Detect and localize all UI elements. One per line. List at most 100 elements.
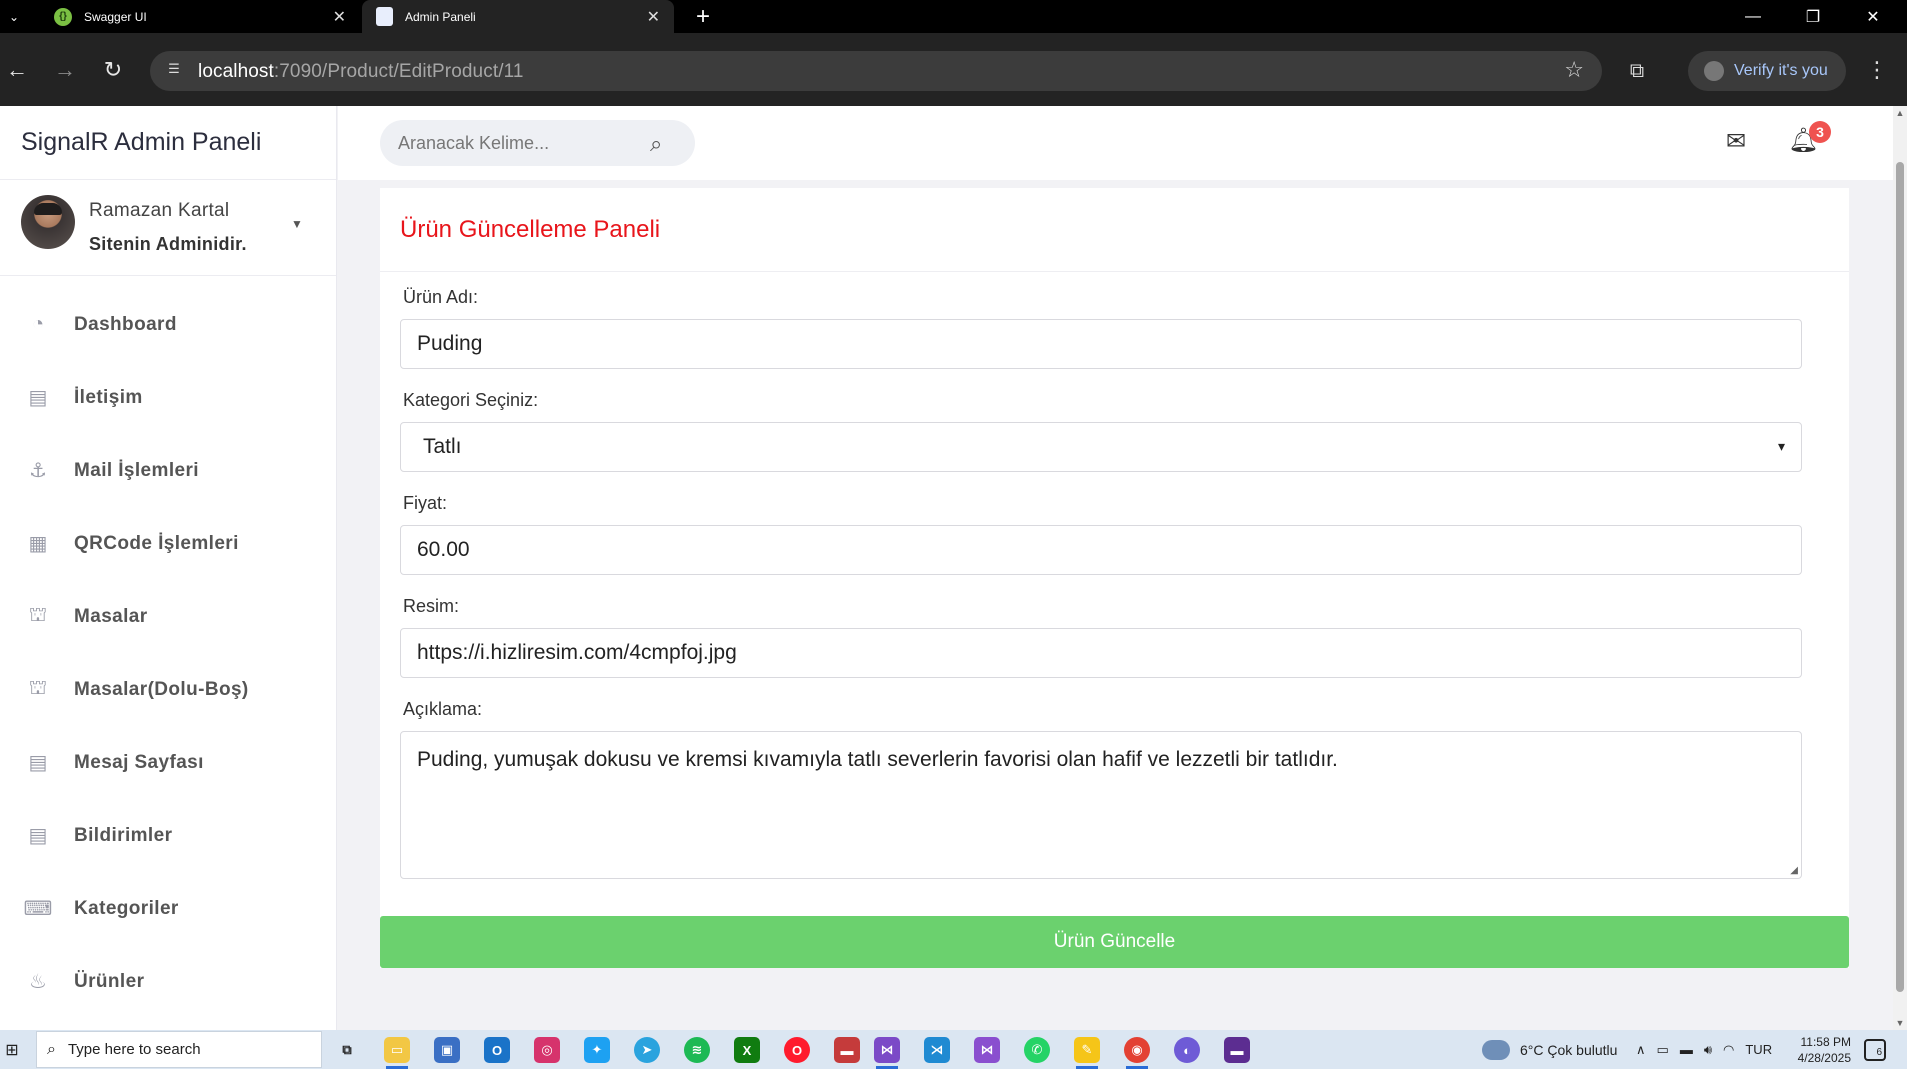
profile-button[interactable]: Verify it's you <box>1688 51 1846 91</box>
bookmark-star-icon[interactable]: ☆ <box>1564 57 1584 83</box>
sidebar-item-mesaj[interactable]: ▤ Mesaj Sayfası <box>0 726 336 799</box>
sidebar-item-masalar-status[interactable]: ⛫ Masalar(Dolu-Boş) <box>0 653 336 726</box>
address-bar[interactable]: ☰ localhost:7090/Product/EditProduct/11 … <box>150 51 1602 91</box>
tray-expand-icon[interactable]: ∧ <box>1636 1042 1646 1058</box>
twitter-icon[interactable]: ✦ <box>584 1037 610 1063</box>
opera-icon[interactable]: O <box>784 1037 810 1063</box>
notification-center-icon[interactable]: 6 <box>1864 1039 1886 1061</box>
instagram-icon[interactable]: ◎ <box>534 1037 560 1063</box>
back-button[interactable]: ← <box>0 53 34 87</box>
sidebar-item-kategoriler[interactable]: ⌨ Kategoriler <box>0 872 336 945</box>
network-icon[interactable]: ▭ <box>1657 1042 1669 1058</box>
search-input[interactable] <box>380 120 640 166</box>
new-tab-button[interactable]: + <box>688 2 718 32</box>
edit-product-card: Ürün Güncelleme Paneli Ürün Adı: Puding … <box>380 188 1849 968</box>
extensions-icon[interactable]: ⧉ <box>1623 57 1651 85</box>
profile-avatar <box>1704 61 1724 81</box>
sidebar-item-masalar[interactable]: ⛫ Masalar <box>0 580 336 653</box>
anchor-icon: ⚓ <box>29 460 47 482</box>
menu-dots-icon[interactable]: ⋮ <box>1866 57 1888 83</box>
system-tray: ∧ ▭ ▬ 🔊︎ ◠ TUR <box>1636 1030 1783 1069</box>
vscode-icon[interactable]: ⋊ <box>924 1037 950 1063</box>
brand-title[interactable]: SignalR Admin Paneli <box>0 106 336 180</box>
clock-time: 11:58 PM <box>1800 1035 1851 1049</box>
forward-button[interactable]: → <box>48 53 82 87</box>
browser-toolbar: ← → ↻ ☰ localhost:7090/Product/EditProdu… <box>0 33 1907 106</box>
store-icon[interactable]: ▣ <box>434 1037 460 1063</box>
sidebar-item-qrcode[interactable]: ▦ QRCode İşlemleri <box>0 507 336 580</box>
close-window-button[interactable]: ✕ <box>1843 0 1903 33</box>
profile-label: Verify it's you <box>1734 62 1828 79</box>
user-role: Sitenin Adminidir. <box>89 234 247 254</box>
tab-search-button[interactable]: ⌄ <box>0 0 28 33</box>
site-info-icon[interactable]: ☰ <box>164 61 184 81</box>
document-icon: ▤ <box>28 825 48 847</box>
spotify-icon[interactable]: ≋ <box>684 1037 710 1063</box>
battery-icon[interactable]: ▬ <box>1680 1042 1693 1057</box>
weather-cloud-icon <box>1482 1039 1510 1060</box>
document-icon: ▤ <box>28 752 48 774</box>
search-icon[interactable]: ⌕ <box>650 131 676 157</box>
language-indicator[interactable]: TUR <box>1745 1042 1772 1057</box>
page-scrollbar[interactable]: ▲ ▼ <box>1893 106 1907 1030</box>
category-label: Kategori Seçiniz: <box>403 390 539 410</box>
sidebar-item-bildirimler[interactable]: ▤ Bildirimler <box>0 799 336 872</box>
caret-down-icon[interactable]: ▼ <box>291 217 303 231</box>
user-name: Ramazan Kartal <box>89 200 230 221</box>
description-text: Puding, yumuşak dokusu ve kremsi kıvamıy… <box>417 748 1338 771</box>
scroll-up-icon[interactable]: ▲ <box>1895 108 1905 118</box>
sidebar-item-dashboard[interactable]: ◔ Dashboard <box>0 288 336 361</box>
resize-grip-icon[interactable]: ◢ <box>1790 865 1798 876</box>
tab-swagger[interactable]: {} Swagger UI ✕ <box>40 0 360 33</box>
telegram-icon[interactable]: ➤ <box>634 1037 660 1063</box>
toolbox-icon[interactable]: ▬ <box>834 1037 860 1063</box>
terminal-icon[interactable]: ▬ <box>1224 1037 1250 1063</box>
whatsapp-icon[interactable]: ✆ <box>1024 1037 1050 1063</box>
price-input[interactable]: 60.00 <box>400 525 1802 575</box>
update-product-button[interactable]: Ürün Güncelle <box>380 916 1849 968</box>
visual-studio-icon[interactable]: ⋈ <box>874 1037 900 1069</box>
url-text[interactable]: localhost:7090/Product/EditProduct/11 <box>198 61 524 83</box>
taskbar-search[interactable]: ⌕ Type here to search <box>36 1031 322 1068</box>
outlook-icon[interactable]: O <box>484 1037 510 1063</box>
weather-text: 6°C Çok bulutlu <box>1520 1041 1618 1058</box>
reload-button[interactable]: ↻ <box>96 53 130 87</box>
mail-icon[interactable]: ✉ <box>1720 130 1752 154</box>
scrollbar-thumb[interactable] <box>1896 162 1904 992</box>
avatar <box>21 195 75 249</box>
page-title: Ürün Güncelleme Paneli <box>380 188 1849 272</box>
close-icon[interactable]: ✕ <box>647 7 660 27</box>
product-name-input[interactable]: Puding <box>400 319 1802 369</box>
xbox-icon[interactable]: X <box>734 1037 760 1063</box>
category-select[interactable]: Tatlı ▾ <box>400 422 1802 472</box>
restore-button[interactable]: ❐ <box>1783 0 1843 33</box>
windows-start-icon[interactable]: ⊞ <box>0 1030 24 1069</box>
visual-studio-alt-icon[interactable]: ⋈ <box>974 1037 1000 1063</box>
notification-badge: 3 <box>1809 121 1831 143</box>
tab-title: Swagger UI <box>84 9 147 24</box>
sidebar-item-urunler[interactable]: ♨ Ürünler <box>0 945 336 1018</box>
tab-admin-panel[interactable]: Admin Paneli ✕ <box>362 0 674 33</box>
minimize-button[interactable]: — <box>1723 0 1783 33</box>
chrome-icon[interactable]: ◉ <box>1124 1037 1150 1069</box>
description-textarea[interactable]: Puding, yumuşak dokusu ve kremsi kıvamıy… <box>400 731 1802 879</box>
image-label: Resim: <box>403 596 460 616</box>
image-url-input[interactable]: https://i.hizliresim.com/4cmpfoj.jpg <box>400 628 1802 678</box>
scroll-down-icon[interactable]: ▼ <box>1895 1018 1905 1028</box>
sidebar-item-mail[interactable]: ⚓ Mail İşlemleri <box>0 434 336 507</box>
paint-icon[interactable]: ✎ <box>1074 1037 1100 1069</box>
volume-icon[interactable]: 🔊︎ <box>1704 1042 1712 1058</box>
user-profile[interactable]: Ramazan Kartal Sitenin Adminidir. ▼ <box>0 180 336 276</box>
weather-widget[interactable]: 6°C Çok bulutlu <box>1482 1030 1617 1069</box>
clock[interactable]: 11:58 PM 4/28/2025 <box>1795 1034 1851 1066</box>
file-explorer-icon[interactable]: ▭ <box>384 1037 410 1069</box>
search-box: ⌕ <box>380 120 695 166</box>
wifi-icon[interactable]: ◠ <box>1723 1042 1734 1058</box>
price-label: Fiyat: <box>403 493 448 513</box>
close-icon[interactable]: ✕ <box>333 7 346 27</box>
sidebar-item-iletisim[interactable]: ▤ İletişim <box>0 361 336 434</box>
tor-browser-icon[interactable]: ◐ <box>1174 1037 1200 1063</box>
search-icon: ⌕ <box>47 1040 56 1058</box>
page-icon <box>376 7 393 26</box>
task-view-icon[interactable]: ⧉ <box>334 1037 360 1063</box>
